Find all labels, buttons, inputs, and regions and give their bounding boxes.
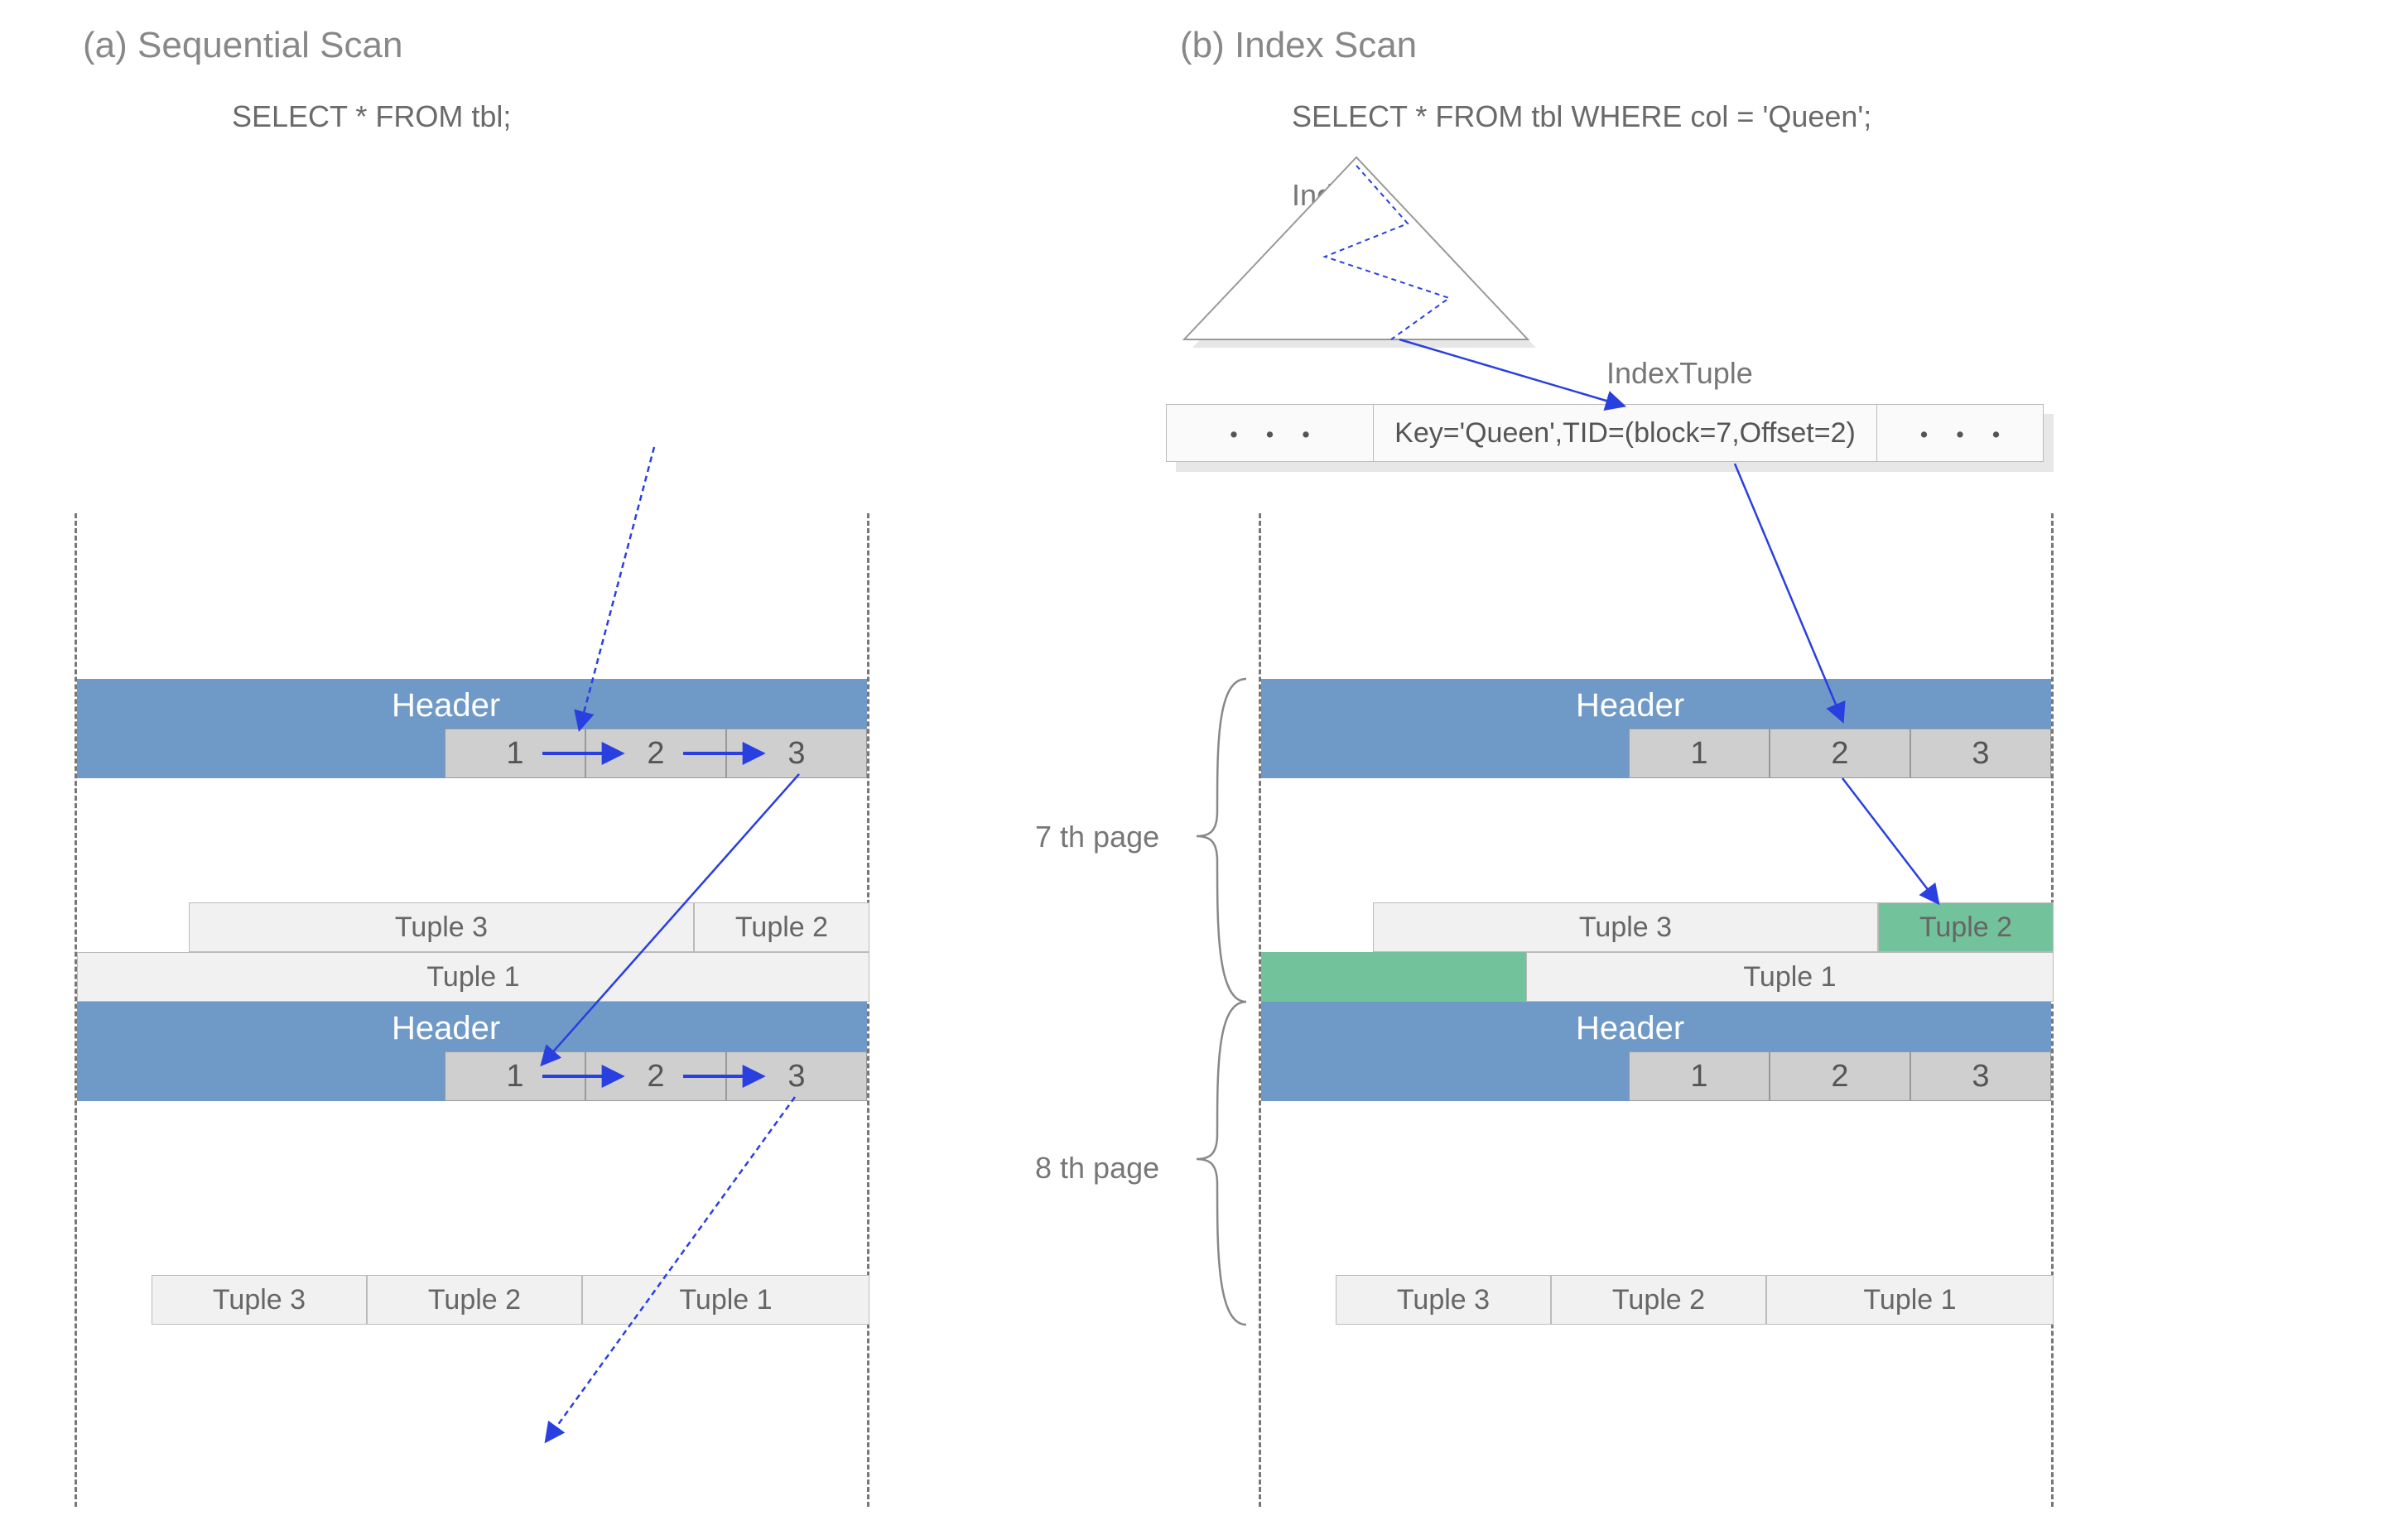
- index-tuple-label: IndexTuple: [1606, 356, 1753, 391]
- index-tuple-bar: ・ ・ ・ Key='Queen',TID=(block=7,Offset=2)…: [1166, 404, 2044, 462]
- seq-page1-tuple3: Tuple 3: [189, 902, 694, 952]
- seq-page1-header-label: Header: [392, 687, 500, 724]
- idx-page7-ptr-3: 3: [1910, 729, 2051, 778]
- seq-page2-pointers: 1 2 3: [445, 1051, 867, 1101]
- idx-page8-tuple2: Tuple 2: [1551, 1275, 1766, 1325]
- idx-page8-tuple3: Tuple 3: [1336, 1275, 1551, 1325]
- seq-page2-header-label: Header: [392, 1010, 500, 1047]
- seq-page1-pointers: 1 2 3: [445, 729, 867, 778]
- idx-page8-tuple1: Tuple 1: [1766, 1275, 2054, 1325]
- idx-page8-header-label: Header: [1576, 1010, 1684, 1047]
- arrow-tri-to-indextuple: [1399, 339, 1623, 406]
- sql-a: SELECT * FROM tbl;: [232, 99, 511, 134]
- idx-page7-green-free: [1261, 952, 1526, 1002]
- index-row-left-ellipsis: ・ ・ ・: [1167, 405, 1374, 461]
- seq-page2-ptr-2: 2: [585, 1051, 726, 1101]
- sql-b: SELECT * FROM tbl WHERE col = 'Queen';: [1292, 99, 1871, 134]
- page8-label: 8 th page: [1035, 1151, 1159, 1186]
- seq-page1-ptr-3: 3: [726, 729, 867, 778]
- seq-page1-tuple1: Tuple 1: [77, 952, 869, 1002]
- seq-page1-tuple2: Tuple 2: [694, 902, 869, 952]
- brace-page8: [1197, 1002, 1246, 1325]
- seq-page2-tuple3: Tuple 3: [152, 1275, 367, 1325]
- idx-page7-tuple2: Tuple 2: [1878, 902, 2054, 952]
- seq-page2-ptr-1: 1: [445, 1051, 585, 1101]
- idx-page7-tuple3: Tuple 3: [1373, 902, 1878, 952]
- seq-page2-ptr-3: 3: [726, 1051, 867, 1101]
- title-b: (b) Index Scan: [1180, 25, 1417, 66]
- index-row-key-tid: Key='Queen',TID=(block=7,Offset=2): [1374, 405, 1877, 461]
- idx-page7-header-label: Header: [1576, 687, 1684, 724]
- idx-page7-pointers: 1 2 3: [1629, 729, 2051, 778]
- idx-page-column: Header 1 2 3 Tuple 3 Tuple 2 Tuple 1 Hea…: [1259, 513, 2054, 1507]
- index-label: Index: [1292, 178, 1365, 213]
- seq-page2-tuple2: Tuple 2: [367, 1275, 582, 1325]
- idx-page8-ptr-2: 2: [1770, 1051, 1910, 1101]
- seq-page1-ptr-1: 1: [445, 729, 585, 778]
- idx-page8-ptr-1: 1: [1629, 1051, 1770, 1101]
- seq-page-column: Header 1 2 3 Tuple 3 Tuple 2 Tuple 1 Hea…: [75, 513, 869, 1507]
- idx-page8-ptr-3: 3: [1910, 1051, 2051, 1101]
- index-row-right-ellipsis: ・ ・ ・: [1877, 405, 2043, 461]
- idx-page7-ptr-1: 1: [1629, 729, 1770, 778]
- idx-page8-pointers: 1 2 3: [1629, 1051, 2051, 1101]
- idx-page7-tuple1: Tuple 1: [1526, 952, 2054, 1002]
- page7-label: 7 th page: [1035, 820, 1159, 854]
- title-a: (a) Sequential Scan: [83, 25, 402, 66]
- brace-page7: [1197, 679, 1246, 1002]
- seq-page2-tuple1: Tuple 1: [582, 1275, 869, 1325]
- seq-page1-ptr-2: 2: [585, 729, 726, 778]
- idx-page7-ptr-2: 2: [1770, 729, 1910, 778]
